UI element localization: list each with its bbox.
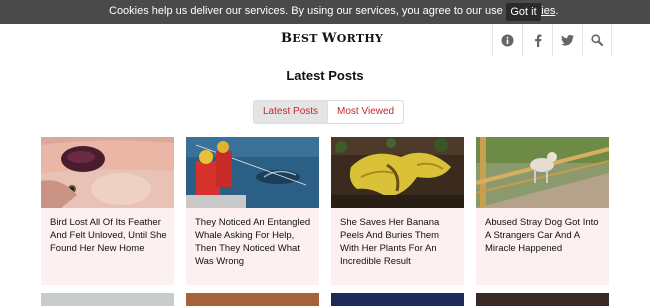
cookie-text-end: . <box>555 5 559 17</box>
post-title[interactable]: They Noticed An Entangled Whale Asking F… <box>195 216 315 268</box>
logo-text-orthy: ORTHY <box>336 32 384 45</box>
logo-letter-w: W <box>321 31 337 46</box>
post-thumbnail[interactable] <box>41 137 174 208</box>
logo-letter-b: B <box>281 31 293 46</box>
post-thumbnail[interactable] <box>476 137 609 208</box>
post-title[interactable]: She Saves Her Banana Peels And Buries Th… <box>340 216 460 268</box>
info-icon[interactable] <box>492 24 522 56</box>
post-card[interactable]: Abused Stray Dog Got Into A Strangers Ca… <box>476 137 609 285</box>
twitter-icon[interactable] <box>552 24 582 56</box>
post-thumbnail[interactable] <box>41 293 174 306</box>
tab-most-viewed[interactable]: Most Viewed <box>327 101 403 123</box>
post-card[interactable]: They Noticed An Entangled Whale Asking F… <box>186 137 319 285</box>
post-thumbnail[interactable] <box>476 293 609 306</box>
cookie-bar: Cookies help us deliver our services. By… <box>0 0 650 24</box>
tab-latest-posts[interactable]: Latest Posts <box>254 101 328 123</box>
post-card[interactable]: Bird Lost All Of Its Feather And Felt Un… <box>41 137 174 285</box>
site-logo[interactable]: BEST WORTHY <box>281 31 383 46</box>
site-header: BEST WORTHY <box>0 24 650 56</box>
post-tabs: Latest Posts Most Viewed <box>253 100 405 124</box>
header-icons <box>492 24 612 56</box>
post-thumbnail[interactable] <box>331 293 464 306</box>
post-thumbnail[interactable] <box>186 293 319 306</box>
post-thumbnail[interactable] <box>331 137 464 208</box>
search-icon[interactable] <box>582 24 612 56</box>
logo-text-est: EST <box>292 32 322 45</box>
cookie-text: Cookies help us deliver our services. By… <box>109 5 519 17</box>
post-title[interactable]: Bird Lost All Of Its Feather And Felt Un… <box>50 216 170 255</box>
page-title: Latest Posts <box>286 68 364 83</box>
facebook-icon[interactable] <box>522 24 552 56</box>
cookie-message: Cookies help us deliver our services. By… <box>109 5 558 17</box>
post-card[interactable]: She Saves Her Banana Peels And Buries Th… <box>331 137 464 285</box>
post-thumbnail[interactable] <box>186 137 319 208</box>
got-it-button[interactable]: Got it <box>506 3 541 21</box>
post-title[interactable]: Abused Stray Dog Got Into A Strangers Ca… <box>485 216 605 255</box>
